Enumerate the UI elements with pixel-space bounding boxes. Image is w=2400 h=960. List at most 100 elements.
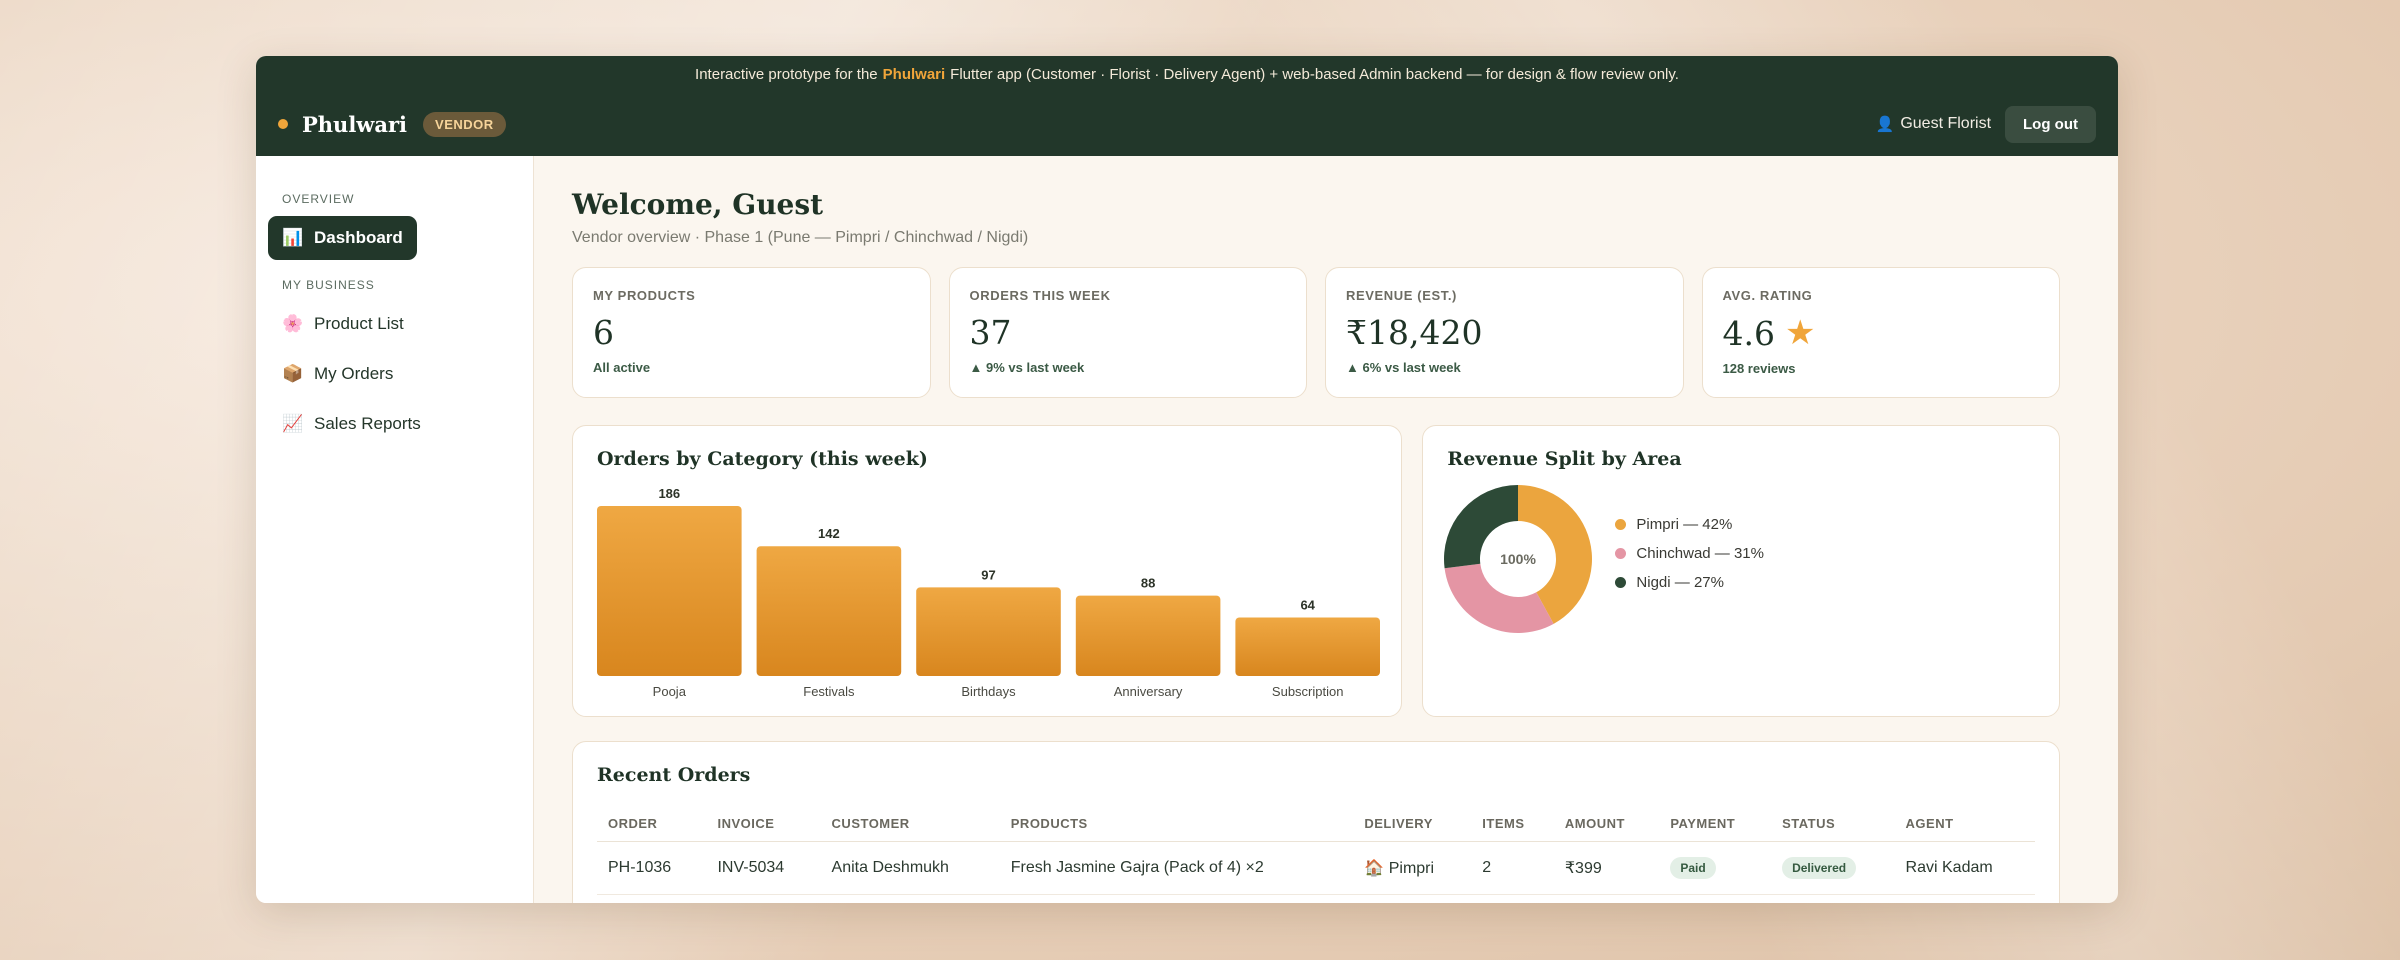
col-header: DELIVERY [1353,806,1472,842]
donut-slice-chinchwad[interactable] [1445,563,1555,633]
bar-value-label: 186 [658,486,680,501]
top-navbar: Phulwari VENDOR 👤 Guest Florist Log out [256,92,2118,156]
bar-subscription[interactable] [1235,617,1380,676]
cell-amount: ₹399 [1553,841,1660,895]
sidebar-item-dashboard[interactable]: 📊 Dashboard [268,216,417,260]
orders-table: ORDER INVOICE CUSTOMER PRODUCTS DELIVERY… [597,806,2035,895]
cell-agent: Ravi Kadam [1894,841,2035,895]
banner-suffix: Flutter app (Customer · Florist · Delive… [950,65,1679,83]
col-header: AMOUNT [1553,806,1660,842]
legend-item-nigdi: Nigdi — 27% [1615,574,1764,591]
legend-dot-icon [1615,519,1627,530]
star-icon: ★ [1784,313,1816,353]
sidebar-item-product-list[interactable]: 🌸 Product List [268,302,418,346]
donut-chart: 100% [1444,485,1593,633]
status-badge: Delivered [1782,857,1857,879]
legend-label: Chinchwad — 31% [1636,545,1764,562]
payment-badge: Paid [1670,857,1716,879]
legend-dot-icon [1615,548,1627,559]
bar-chart: 186 Pooja 142 Festivals 97 Birthdays 88 Anniver… [597,486,1380,699]
revenue-split-card: Revenue Split by Area 100% Pimpri — 42% C… [1422,425,2060,717]
legend-label: Pimpri — 42% [1636,516,1733,533]
user-name: Guest Florist [1900,115,1992,132]
col-header: STATUS [1771,806,1895,842]
bar-anniversary[interactable] [1075,595,1221,676]
sidebar-item-label: My Orders [314,364,394,383]
cell-items: 2 [1471,841,1554,895]
bar-festivals[interactable] [756,546,902,676]
col-header: CUSTOMER [820,806,1000,842]
col-header: PAYMENT [1659,806,1772,842]
bar-chart-title: Orders by Category (this week) [597,448,928,470]
stat-card-revenue: REVENUE (EST.) ₹18,420 ▲ 6% vs last week [1325,267,1684,398]
dashboard-icon: 📊 [282,228,304,247]
home-icon: 🏠 [1364,860,1385,877]
stat-note: 128 reviews [1722,361,1796,376]
orders-by-category-card: Orders by Category (this week) 186 Pooja 1… [572,425,1403,717]
stat-label: ORDERS THIS WEEK [969,288,1111,303]
sidebar: OVERVIEW 📊 Dashboard MY BUSINESS 🌸 Produ… [256,156,534,903]
user-info: 👤 Guest Florist [1876,115,1991,133]
app-logo[interactable]: Phulwari [302,112,407,137]
logout-button[interactable]: Log out [2005,105,2096,143]
legend-label: Nigdi — 27% [1636,574,1724,591]
orders-title: Recent Orders [597,764,751,786]
cell-status: Delivered [1771,841,1895,895]
col-header: ITEMS [1471,806,1554,842]
cell-invoice: INV-5034 [706,841,821,895]
main-content: Welcome, Guest Vendor overview · Phase 1… [534,156,2118,903]
vendor-badge: VENDOR [423,111,506,137]
table-row[interactable]: PH-1036 INV-5034 Anita Deshmukh Fresh Ja… [597,841,2035,895]
col-header: INVOICE [706,806,821,842]
user-icon: 👤 [1875,116,1895,133]
bar-value-label: 88 [1141,576,1155,591]
stat-value: 4.6 [1722,313,1775,353]
bar-value-label: 142 [818,526,840,541]
stat-label: AVG. RATING [1722,288,1813,303]
col-header: AGENT [1894,806,2035,842]
cell-order: PH-1036 [597,841,707,895]
sidebar-item-label: Product List [314,314,404,333]
legend-item-chinchwad: Chinchwad — 31% [1615,545,1764,562]
bar-category-label: Festivals [803,684,855,699]
flower-icon: 🌸 [282,314,304,333]
stat-value: ₹18,420 [1346,313,1483,352]
bar-birthdays[interactable] [916,587,1061,676]
cell-customer: Anita Deshmukh [820,841,1000,895]
logo-dot-icon [278,119,288,129]
bar-value-label: 97 [981,567,995,582]
stat-note: ▲ 6% vs last week [1346,360,1461,375]
banner-prefix: Interactive prototype for the [695,65,878,83]
chart-up-icon: 📈 [282,414,304,433]
bar-category-label: Birthdays [961,684,1016,699]
sidebar-item-sales-reports[interactable]: 📈 Sales Reports [268,402,435,446]
donut-chart-title: Revenue Split by Area [1447,448,1682,470]
donut-legend: Pimpri — 42% Chinchwad — 31% Nigdi — 27% [1615,516,1764,603]
stats-row: MY PRODUCTS 6 All active ORDERS THIS WEE… [572,267,2060,398]
bar-value-label: 64 [1300,598,1315,613]
stat-label: REVENUE (EST.) [1346,288,1457,303]
sidebar-section-business: MY BUSINESS [282,278,375,292]
page-subtitle: Vendor overview · Phase 1 (Pune — Pimpri… [572,229,1029,246]
stat-value: 6 [593,313,614,352]
bar-category-label: Pooja [653,684,687,699]
cell-products: Fresh Jasmine Gajra (Pack of 4) ×2 [999,841,1354,895]
col-header: ORDER [597,806,707,842]
banner-brand: Phulwari [882,65,946,83]
legend-item-pimpri: Pimpri — 42% [1615,516,1764,533]
stat-note: ▲ 9% vs last week [969,360,1085,375]
stat-note: All active [593,360,651,375]
bar-category-label: Anniversary [1114,684,1183,699]
donut-center-label: 100% [1501,551,1537,567]
bar-pooja[interactable] [597,506,742,676]
sidebar-item-label: Sales Reports [314,414,421,433]
stat-card-rating: AVG. RATING 4.6 ★ 128 reviews [1701,267,2060,398]
stat-value: 37 [969,313,1012,352]
recent-orders-card: Recent Orders ORDER INVOICE CUSTOMER PRO… [572,741,2060,903]
cell-payment: Paid [1659,841,1772,895]
col-header: PRODUCTS [999,806,1354,842]
sidebar-item-my-orders[interactable]: 📦 My Orders [268,352,413,396]
delivery-area: Pimpri [1388,860,1435,877]
stat-card-orders: ORDERS THIS WEEK 37 ▲ 9% vs last week [948,267,1307,398]
legend-dot-icon [1615,577,1627,588]
